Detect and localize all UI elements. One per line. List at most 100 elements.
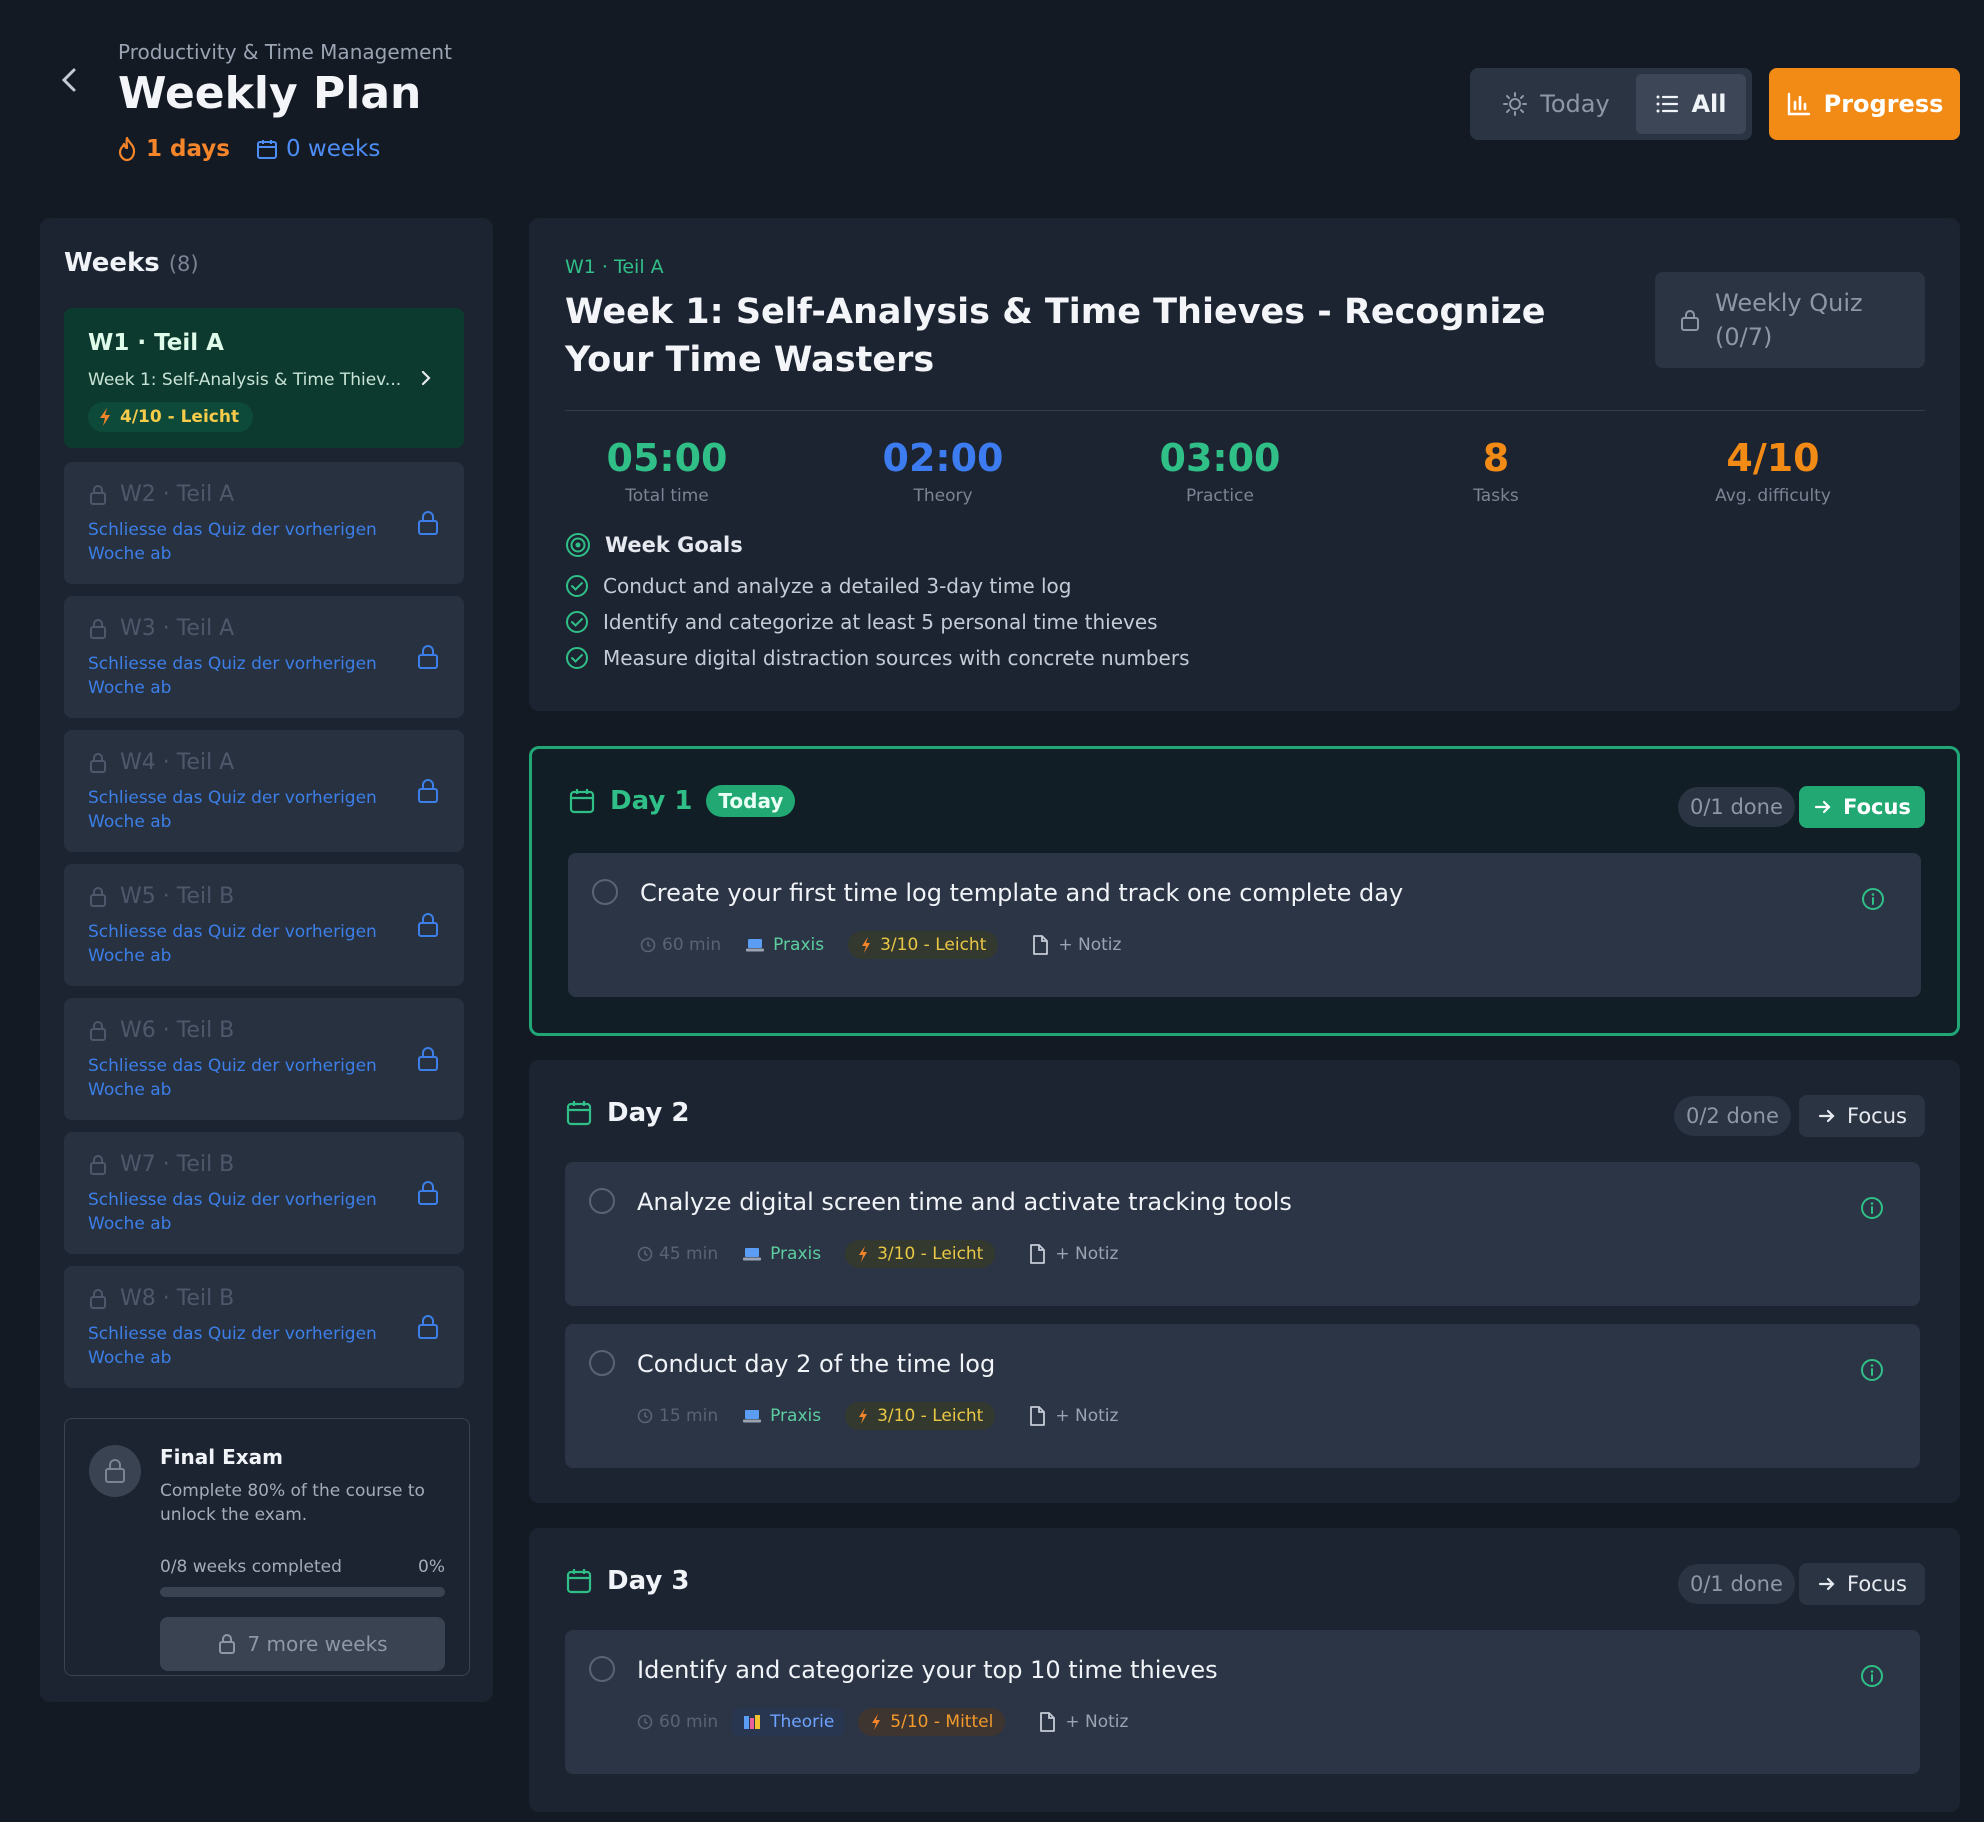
- bolt-icon: [872, 1714, 881, 1730]
- week-lock-hint: Schliesse das Quiz der vorherigen Woche …: [88, 922, 377, 966]
- stat-total-time: 05:00 Total time: [529, 436, 805, 506]
- weekly-quiz-label: Weekly Quiz (0/7): [1715, 289, 1863, 351]
- info-icon[interactable]: [1860, 1196, 1884, 1220]
- week-subtitle: Week 1: Self-Analysis & Time Thiev...: [88, 370, 402, 390]
- task-type-badge: Praxis: [735, 931, 834, 959]
- day-title: Day 2: [607, 1098, 690, 1128]
- difficulty-label: 4/10 - Leicht: [120, 407, 240, 427]
- streak-days: 1 days: [116, 136, 230, 162]
- divider: [565, 410, 1925, 411]
- breadcrumb: Productivity & Time Management: [118, 40, 452, 64]
- today-badge: Today: [706, 785, 796, 817]
- sidebar-week-1[interactable]: W1 · Teil A Week 1: Self-Analysis & Time…: [64, 308, 464, 448]
- week-title: W2 · Teil A: [88, 482, 234, 507]
- task-meta: 60 min Theorie 5/10 - Mittel + Notiz: [637, 1708, 1128, 1736]
- week-overview-card: W1 · Teil A Week 1: Self-Analysis & Time…: [529, 218, 1960, 711]
- arrow-right-icon: [1818, 1109, 1835, 1123]
- week-lock-hint: Schliesse das Quiz der vorherigen Woche …: [88, 788, 377, 832]
- streak-row: 1 days 0 weeks: [116, 136, 380, 162]
- final-exam-progress-label: 0/8 weeks completed: [160, 1557, 342, 1577]
- sun-icon: [1503, 92, 1528, 116]
- lock-icon: [219, 1634, 236, 1654]
- focus-label: Focus: [1843, 795, 1911, 819]
- task-duration: 60 min: [640, 935, 721, 955]
- week-title: W6 · Teil B: [88, 1018, 234, 1043]
- toggle-all-label: All: [1691, 90, 1727, 118]
- toggle-today-button[interactable]: Today: [1476, 74, 1636, 134]
- stat-practice: 03:00 Practice: [1082, 436, 1358, 506]
- lock-icon: [416, 644, 440, 670]
- add-note-button[interactable]: + Notiz: [1019, 1711, 1128, 1733]
- week-tag: W1 · Teil A: [565, 256, 664, 278]
- lock-icon: [89, 1445, 141, 1497]
- done-count: 0/1 done: [1678, 1564, 1795, 1604]
- task-type-label: Praxis: [770, 1406, 822, 1426]
- week-lock-hint: Schliesse das Quiz der vorherigen Woche …: [88, 1190, 377, 1234]
- document-icon: [1030, 1406, 1046, 1426]
- task-title: Conduct day 2 of the time log: [637, 1350, 996, 1378]
- week-lock-hint: Schliesse das Quiz der vorherigen Woche …: [88, 1324, 377, 1368]
- arrow-right-icon: [1814, 800, 1831, 814]
- week-title: W3 · Teil A: [88, 616, 234, 641]
- document-icon: [1033, 935, 1049, 955]
- final-exam-card: Final Exam Complete 80% of the course to…: [64, 1418, 470, 1676]
- task-type-badge: Theorie: [732, 1708, 845, 1736]
- focus-button[interactable]: Focus: [1799, 786, 1925, 828]
- task-duration: 45 min: [637, 1244, 718, 1264]
- calendar-icon: [566, 1569, 592, 1594]
- info-icon[interactable]: [1861, 887, 1885, 911]
- info-icon[interactable]: [1860, 1664, 1884, 1688]
- info-icon[interactable]: [1860, 1358, 1884, 1382]
- task-difficulty-label: 5/10 - Mittel: [890, 1712, 994, 1732]
- back-button[interactable]: [56, 62, 84, 98]
- focus-button[interactable]: Focus: [1799, 1095, 1925, 1137]
- stat-tasks: 8 Tasks: [1358, 436, 1634, 506]
- lock-icon: [416, 1314, 440, 1340]
- stat-value: 02:00: [882, 436, 1004, 480]
- target-icon: [566, 533, 590, 557]
- weeks-count: (8): [168, 252, 199, 276]
- bolt-icon: [862, 937, 871, 953]
- bolt-icon: [859, 1246, 868, 1262]
- day-header: Day 3: [565, 1566, 689, 1596]
- stat-label: Theory: [913, 486, 973, 506]
- add-note-button[interactable]: + Notiz: [1012, 934, 1121, 956]
- task-difficulty-badge: 5/10 - Mittel: [858, 1708, 1006, 1736]
- week-goals-label: Week Goals: [605, 533, 743, 557]
- document-icon: [1030, 1244, 1046, 1264]
- task-checkbox[interactable]: [589, 1188, 615, 1214]
- lock-icon: [90, 1154, 106, 1175]
- week-title: W1 · Teil A: [88, 330, 224, 356]
- week-title: W5 · Teil B: [88, 884, 234, 909]
- progress-button[interactable]: Progress: [1769, 68, 1960, 140]
- final-exam-progress-bar: [160, 1587, 445, 1597]
- flame-icon: [118, 136, 136, 162]
- add-note-button[interactable]: + Notiz: [1009, 1243, 1118, 1265]
- clock-icon: [640, 937, 656, 953]
- task-meta: 60 min Praxis 3/10 - Leicht + Notiz: [640, 931, 1121, 959]
- task-checkbox[interactable]: [589, 1350, 615, 1376]
- stat-value: 03:00: [1159, 436, 1281, 480]
- task-type-badge: Praxis: [732, 1402, 831, 1430]
- task-type-label: Theorie: [770, 1712, 835, 1732]
- week-goal-text: Conduct and analyze a detailed 3-day tim…: [603, 574, 1072, 598]
- weekly-quiz-button[interactable]: Weekly Quiz (0/7): [1655, 272, 1925, 368]
- streak-weeks: 0 weeks: [256, 136, 380, 162]
- week-title-label: W7 · Teil B: [120, 1152, 235, 1177]
- add-note-button[interactable]: + Notiz: [1009, 1405, 1118, 1427]
- toggle-all-button[interactable]: All: [1636, 74, 1746, 134]
- task-difficulty-badge: 3/10 - Leicht: [848, 931, 999, 959]
- focus-button[interactable]: Focus: [1799, 1563, 1925, 1605]
- sidebar-week-8: W8 · Teil B Schliesse das Quiz der vorhe…: [64, 1266, 464, 1388]
- day-title: Day 1: [610, 786, 693, 816]
- task-checkbox[interactable]: [592, 879, 618, 905]
- task-checkbox[interactable]: [589, 1656, 615, 1682]
- task-title: Create your first time log template and …: [640, 879, 1404, 907]
- day-header: Day 1 Today: [568, 785, 796, 817]
- document-icon: [1040, 1712, 1056, 1732]
- week-title-label: W8 · Teil B: [120, 1286, 235, 1311]
- lock-icon: [90, 752, 106, 773]
- task-duration-label: 60 min: [659, 1712, 719, 1732]
- laptop-icon: [743, 1248, 762, 1261]
- lock-icon: [90, 484, 106, 505]
